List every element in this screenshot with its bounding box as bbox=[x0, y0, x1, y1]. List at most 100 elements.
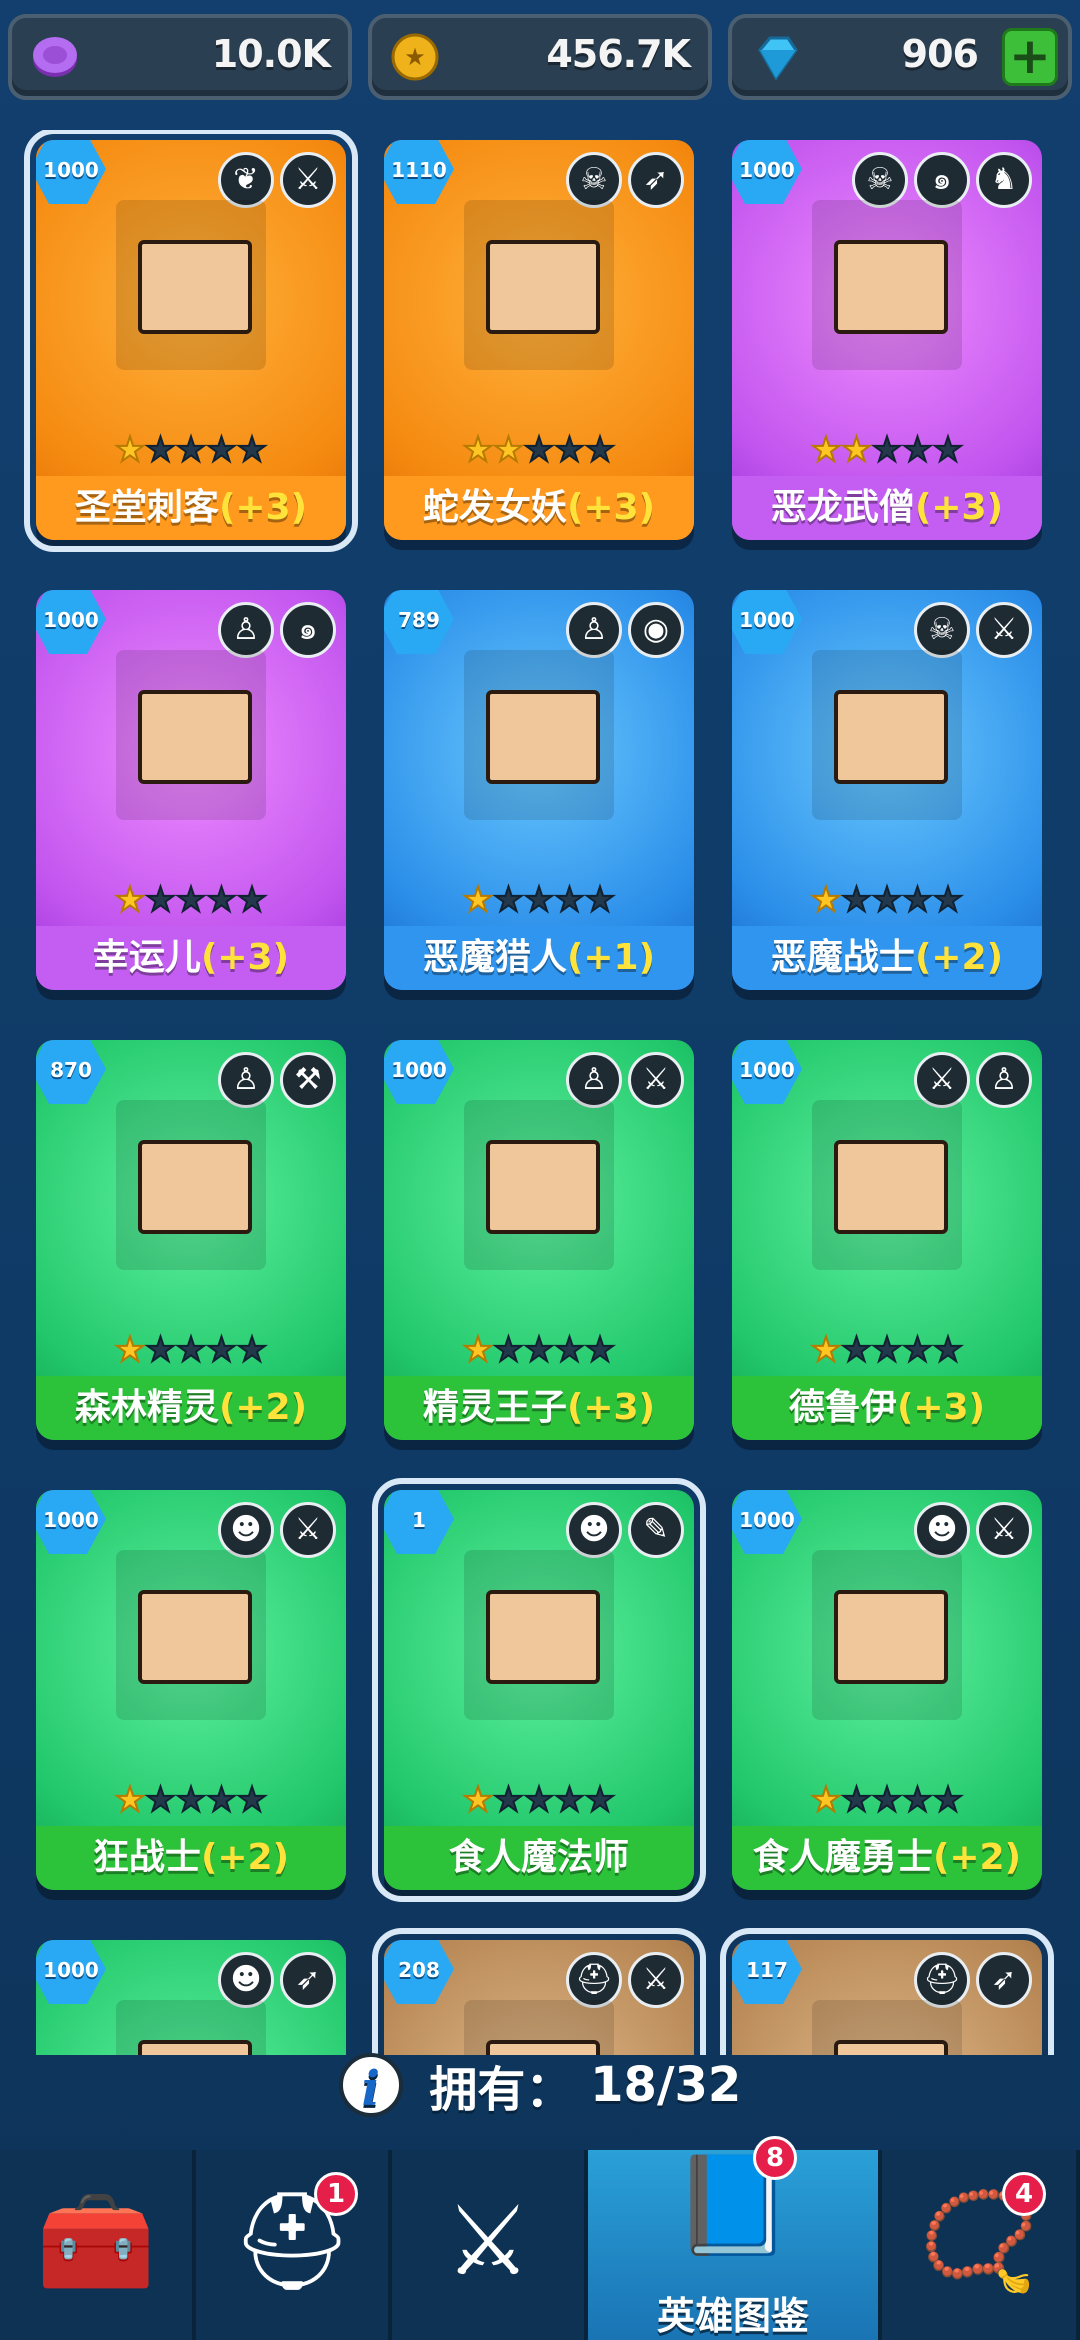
hero-portrait bbox=[464, 2000, 614, 2055]
blue-gem-icon bbox=[758, 36, 798, 81]
hero-level: 1000 bbox=[43, 608, 99, 632]
currency-gems[interactable]: 906 + bbox=[728, 14, 1072, 100]
star-empty-icon: ★ bbox=[553, 879, 586, 921]
hero-level: 1110 bbox=[391, 158, 447, 182]
hero-card[interactable]: 1000 ♙ ๑ ★★★★★ 幸运儿(+3) bbox=[36, 590, 346, 990]
hero-card[interactable]: 1000 ☻ ⚔ ★★★★★ 狂战士(+2) bbox=[36, 1490, 346, 1890]
hero-card[interactable]: 1000 ☠ ๑ ♞ ★★★★★ 恶龙武僧(+3) bbox=[732, 140, 1042, 540]
hero-level: 1000 bbox=[43, 1508, 99, 1532]
dragon-icon: ♞ bbox=[976, 152, 1032, 208]
notification-badge: 1 bbox=[314, 2172, 358, 2216]
hero-face bbox=[834, 1140, 948, 1234]
hero-name: 恶魔战士 bbox=[770, 937, 915, 978]
hero-level: 1000 bbox=[739, 1508, 795, 1532]
hero-name-bar: 狂战士(+2) bbox=[36, 1826, 346, 1890]
star-empty-icon: ★ bbox=[901, 879, 934, 921]
bow-icon: ➶ bbox=[280, 1952, 336, 2008]
swirl-icon: ๑ bbox=[280, 602, 336, 658]
star-empty-icon: ★ bbox=[901, 1329, 934, 1371]
sword-icon: ⚔ bbox=[280, 1502, 336, 1558]
hero-card[interactable]: 1000 ⚔ ♙ ★★★★★ 德鲁伊(+3) bbox=[732, 1040, 1042, 1440]
star-rating: ★★★★★ bbox=[114, 1329, 268, 1371]
hero-portrait bbox=[116, 2000, 266, 2055]
hero-name: 圣堂刺客 bbox=[74, 487, 219, 528]
star-empty-icon: ★ bbox=[144, 879, 177, 921]
currency-gold[interactable]: ★ 456.7K bbox=[368, 14, 712, 100]
currency-token[interactable]: 10.0K bbox=[8, 14, 352, 100]
nav-tab[interactable]: ⛑ 1 bbox=[196, 2150, 392, 2340]
hero-bonus: (+2) bbox=[200, 1837, 290, 1878]
nav-tab[interactable]: 🧰 bbox=[0, 2150, 196, 2340]
hero-bonus: (+2) bbox=[932, 1837, 1022, 1878]
hero-portrait bbox=[812, 1550, 962, 1720]
hero-card[interactable]: 789 ♙ ◉ ★★★★★ 恶魔猎人(+1) bbox=[384, 590, 694, 990]
star-rating: ★★★★★ bbox=[810, 1779, 964, 1821]
elf-icon: ♙ bbox=[976, 1052, 1032, 1108]
hero-face bbox=[138, 690, 252, 784]
star-empty-icon: ★ bbox=[175, 429, 208, 471]
star-rating: ★★★★★ bbox=[114, 429, 269, 471]
token-value: 10.0K bbox=[211, 32, 331, 76]
hero-name-bar: 蛇发女妖(+3) bbox=[384, 476, 694, 540]
bottom-nav: 🧰 ⛑ 1 ⚔ 📘 英雄图鉴 8 📿 4 bbox=[0, 2136, 1080, 2340]
star-empty-icon: ★ bbox=[523, 1329, 556, 1371]
nav-tab[interactable]: 📘 英雄图鉴 8 bbox=[588, 2136, 882, 2340]
star-rating: ★★★★★ bbox=[810, 1329, 965, 1371]
add-gems-button[interactable]: + bbox=[1002, 28, 1058, 86]
hero-card[interactable]: 1000 ☻ ➶ bbox=[36, 1940, 346, 2055]
star-filled-icon: ★ bbox=[810, 1329, 843, 1371]
nav-tab[interactable]: 📿 4 bbox=[882, 2150, 1080, 2340]
hero-card[interactable]: 1 ☻ ✎ ★★★★★ 食人魔法师 bbox=[372, 1478, 706, 1902]
notification-badge: 4 bbox=[1002, 2172, 1046, 2216]
hero-card[interactable]: 1110 ☠ ➶ ★★★★★ 蛇发女妖(+3) bbox=[384, 140, 694, 540]
hero-card[interactable]: 1000 ❦ ⚔ ★★★★★ 圣堂刺客(+3) bbox=[24, 130, 358, 552]
hero-name-bar: 食人魔法师 bbox=[384, 1826, 694, 1890]
star-empty-icon: ★ bbox=[205, 429, 238, 471]
hero-card[interactable]: 117 ⛑ ➶ bbox=[720, 1928, 1054, 2055]
nav-tab[interactable]: ⚔ bbox=[392, 2150, 588, 2340]
star-empty-icon: ★ bbox=[144, 429, 177, 471]
owned-count: i 拥有： 18/32 bbox=[0, 2050, 1080, 2130]
star-rating: ★★★★★ bbox=[462, 1779, 617, 1821]
hero-name-bar: 恶魔猎人(+1) bbox=[384, 926, 694, 990]
hero-name: 狂战士 bbox=[92, 1837, 201, 1878]
star-empty-icon: ★ bbox=[492, 1329, 525, 1371]
star-empty-icon: ★ bbox=[932, 1329, 965, 1371]
star-empty-icon: ★ bbox=[236, 879, 269, 921]
star-empty-icon: ★ bbox=[175, 879, 208, 921]
hero-level: 117 bbox=[746, 1958, 788, 1982]
hero-portrait bbox=[464, 200, 614, 370]
hero-bonus: (+3) bbox=[200, 937, 290, 978]
star-empty-icon: ★ bbox=[205, 879, 238, 921]
info-icon[interactable]: i bbox=[338, 2053, 403, 2117]
hero-grid: 1000 ❦ ⚔ ★★★★★ 圣堂刺客(+3) 1110 ☠ ➶ ★★★★★ 蛇发女妖(+3) 10… bbox=[0, 130, 1080, 2055]
hero-portrait bbox=[116, 1100, 266, 1270]
star-empty-icon: ★ bbox=[523, 429, 556, 471]
hero-card[interactable]: 1000 ☻ ⚔ ★★★★★ 食人魔勇士(+2) bbox=[732, 1490, 1042, 1890]
bow-icon: ➶ bbox=[976, 1952, 1032, 2008]
hero-card[interactable]: 870 ♙ ⚒ ★★★★★ 森林精灵(+2) bbox=[36, 1040, 346, 1440]
hero-portrait bbox=[812, 2000, 962, 2055]
star-empty-icon: ★ bbox=[871, 879, 904, 921]
hero-face bbox=[834, 1590, 948, 1684]
star-empty-icon: ★ bbox=[584, 1779, 617, 1821]
star-empty-icon: ★ bbox=[175, 1329, 208, 1371]
hero-card[interactable]: 1000 ♙ ⚔ ★★★★★ 精灵王子(+3) bbox=[384, 1040, 694, 1440]
star-filled-icon: ★ bbox=[810, 429, 843, 471]
hero-card[interactable]: 208 ⛑ ⚔ bbox=[372, 1928, 706, 2055]
notification-badge: 8 bbox=[753, 2136, 797, 2180]
star-empty-icon: ★ bbox=[236, 429, 269, 471]
star-rating: ★★★★★ bbox=[810, 429, 964, 471]
hero-bonus: (+3) bbox=[566, 1387, 656, 1428]
crossed-swords-icon: ⚔ bbox=[444, 2185, 532, 2297]
hero-name: 精灵王子 bbox=[422, 1387, 567, 1428]
hero-face bbox=[138, 1140, 252, 1234]
hero-card[interactable]: 1000 ☠ ⚔ ★★★★★ 恶魔战士(+2) bbox=[732, 590, 1042, 990]
hero-bonus: (+2) bbox=[218, 1387, 308, 1428]
hero-name: 蛇发女妖 bbox=[422, 487, 567, 528]
star-empty-icon: ★ bbox=[175, 1779, 208, 1821]
hero-level: 1000 bbox=[43, 1958, 99, 1982]
purple-token-icon bbox=[33, 37, 77, 77]
star-rating: ★★★★★ bbox=[114, 1779, 268, 1821]
hero-level: 1 bbox=[412, 1508, 426, 1532]
